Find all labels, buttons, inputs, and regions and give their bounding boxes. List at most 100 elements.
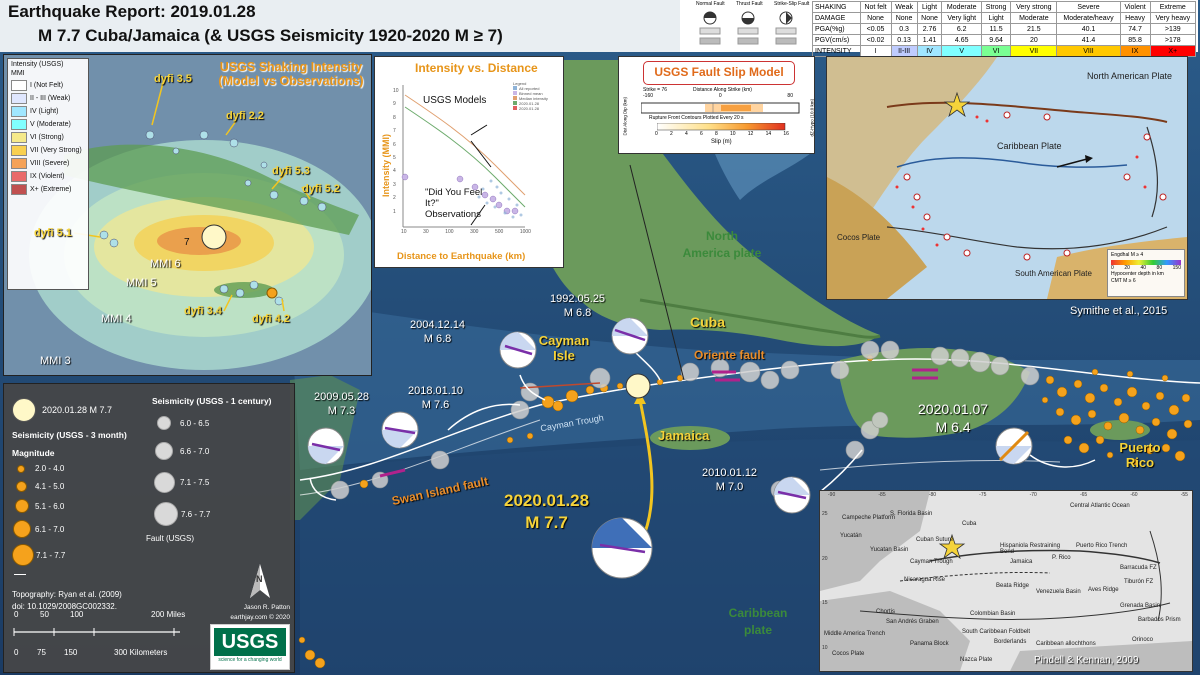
slip-x-tick: 80	[787, 93, 793, 99]
geology-label: Middle America Trench	[824, 631, 886, 637]
shaking-table-cell: 20	[1010, 34, 1058, 46]
mmi-swatch	[11, 184, 27, 195]
mag-bin-label: 4.1 - 5.0	[35, 482, 65, 491]
mmi-legend-label: X+ (Extreme)	[30, 186, 72, 193]
geology-label: Barracuda FZ	[1120, 565, 1157, 571]
usgs-logo: USGS science for a changing world	[210, 624, 290, 670]
event-date: 2004.12.14	[410, 319, 466, 331]
shaking-table-cell: 74.7	[1119, 23, 1151, 35]
mmi-legend-label: IX (Violent)	[30, 173, 65, 180]
shaking-table-cell: VIII	[1056, 45, 1121, 57]
geology-label: Colombian Basin	[970, 611, 1016, 617]
y-tick: 10	[393, 88, 399, 94]
mmi-swatch	[11, 158, 27, 169]
mmi-legend-item: VII (Very Strong)	[8, 144, 88, 157]
geology-label: Campeche Platform	[842, 515, 896, 521]
century-bin: 6.6 - 7.0	[154, 442, 209, 460]
intensity-x-ticks: 10 30 100 300 500 1000	[401, 229, 531, 235]
event-magnitude: M 6.8	[423, 333, 452, 345]
slip-tick: 6	[700, 131, 703, 137]
fault-beachball-icons	[699, 11, 797, 45]
century-symbol	[154, 502, 178, 526]
mmi-legend-item: VIII (Severe)	[8, 157, 88, 170]
shaking-table-cell: 40.1	[1056, 23, 1121, 35]
slip-colorbar-ticks: 0 2 4 6 8 10 12 14 16	[655, 131, 789, 137]
geology-label: Barbados Prism	[1138, 617, 1181, 623]
slip-tick: 14	[765, 131, 772, 137]
x-tick: 1000	[519, 229, 531, 235]
lat-tick: 10	[822, 644, 828, 651]
shaking-table-cell: IV	[916, 45, 943, 57]
dyfi-label: dyfi 5.1	[34, 227, 72, 239]
y-tick: 1	[393, 208, 396, 215]
shaking-table-cell: >139	[1149, 23, 1197, 35]
mmi-contour-label: MMI 3	[40, 355, 71, 367]
geology-inset-credit: Pindell & Kennan, 2009	[1034, 655, 1139, 666]
shaking-table-row: SHAKING Not felt Weak Light Moderate Strong Ve…	[812, 1, 1197, 13]
shaking-row-header: SHAKING	[812, 1, 861, 13]
century-symbol	[157, 416, 171, 430]
dyfi-label: dyfi 5.2	[302, 183, 340, 195]
mmi-legend-items: I (Not Felt) II - III (Weak) IV (Light) V (…	[8, 79, 88, 196]
slip-tick: 10	[730, 131, 736, 137]
x-tick: 30	[423, 229, 429, 235]
thrust-fault-label: Thrust Fault	[736, 1, 763, 7]
shaking-table-cell: Moderate/heavy	[1056, 12, 1121, 24]
puerto-rico-label: Puerto Rico	[1119, 440, 1161, 470]
scale-tick: 150	[64, 648, 78, 657]
slip-colorbar	[657, 123, 786, 131]
shaking-table-cell: Moderate	[1010, 12, 1058, 24]
lon-tick: -65	[1079, 492, 1088, 498]
shaking-table-cell: Very light	[941, 12, 982, 24]
mainshock-legend: 2020.01.28 M 7.7	[12, 398, 112, 422]
magnitude-heading: Magnitude	[12, 448, 55, 458]
dyfi-label: dyfi 2.2	[226, 110, 264, 122]
map-legend: 2020.01.28 M 7.7 Seismicity (USGS - 3 mo…	[3, 383, 295, 673]
mainshock-epicenter	[625, 373, 651, 399]
slip-tick: 0	[655, 131, 658, 137]
geology-label: Venezuela Basin	[1036, 589, 1081, 595]
slip-x-tick: -160	[643, 93, 654, 99]
shaking-intensity-table: SHAKING Not felt Weak Light Moderate Strong Ve…	[812, 1, 1197, 57]
geology-label: Central Atlantic Ocean	[1070, 503, 1130, 509]
shaking-table-cell: Violent	[1119, 1, 1151, 13]
seismicity-century-label: Seismicity (USGS - 1 century)	[152, 396, 272, 406]
shaking-table-cell: 41.4	[1056, 34, 1121, 46]
mmi-swatch	[11, 145, 27, 156]
intensity-distance-inset: Intensity vs. Distance 10 9 8 7 6 5 4 3 2 1 10 30 1…	[374, 56, 564, 268]
lon-tick: -90	[828, 492, 836, 498]
century-bin-label: 6.6 - 7.0	[180, 446, 210, 456]
geology-label: Cayman Trough	[910, 559, 953, 565]
strike-slip-fault-label: Strike-Slip Fault	[774, 1, 810, 7]
fault-legend	[14, 534, 32, 575]
geology-lon-ticks: -90 -85 -80 -75 -70 -65 -60 -55	[828, 492, 1188, 498]
plate-label: South American Plate	[1015, 269, 1092, 278]
intensity-distance-title: Intensity vs. Distance	[415, 61, 538, 75]
cuba-label: Cuba	[690, 314, 725, 330]
y-tick: 7	[393, 128, 396, 135]
geology-label: Tiburón FZ	[1124, 579, 1154, 585]
shaking-table-cell: X+	[1149, 45, 1197, 57]
scale-bar	[13, 628, 180, 636]
x-tick: 100	[445, 229, 454, 235]
mmi-legend-label: V (Moderate)	[30, 121, 71, 128]
shaking-table-cell: 21.5	[1010, 23, 1058, 35]
jamaica-label: Jamaica	[658, 428, 710, 443]
mmi-contour-label: MMI 4	[101, 313, 132, 325]
lon-tick: -55	[1180, 492, 1188, 498]
intensity-y-ticks: 10 9 8 7 6 5 4 3 2 1	[393, 85, 401, 219]
shaking-table-cell: VII	[1010, 45, 1058, 57]
cayman-isle-label: Cayman Isle	[538, 333, 590, 363]
x-tick: 300	[470, 229, 479, 235]
fault-type-diagram: Normal Fault Thrust Fault Strike-Slip Fa…	[686, 1, 814, 51]
geology-label: Jamaica	[1010, 559, 1033, 565]
event-date: 2020.01.28	[504, 491, 590, 510]
geology-label: Nazca Plate	[960, 657, 993, 663]
mmi-swatch	[11, 93, 27, 104]
century-bin: 7.1 - 7.5	[154, 472, 209, 493]
mmi-legend-label: I (Not Felt)	[30, 82, 64, 89]
plate-label: North American Plate	[1087, 71, 1173, 81]
mainshock-legend-label: 2020.01.28 M 7.7	[42, 405, 113, 415]
plot-legend-item: 2020.01.28	[513, 106, 559, 111]
event-magnitude: M 6.4	[935, 419, 971, 435]
